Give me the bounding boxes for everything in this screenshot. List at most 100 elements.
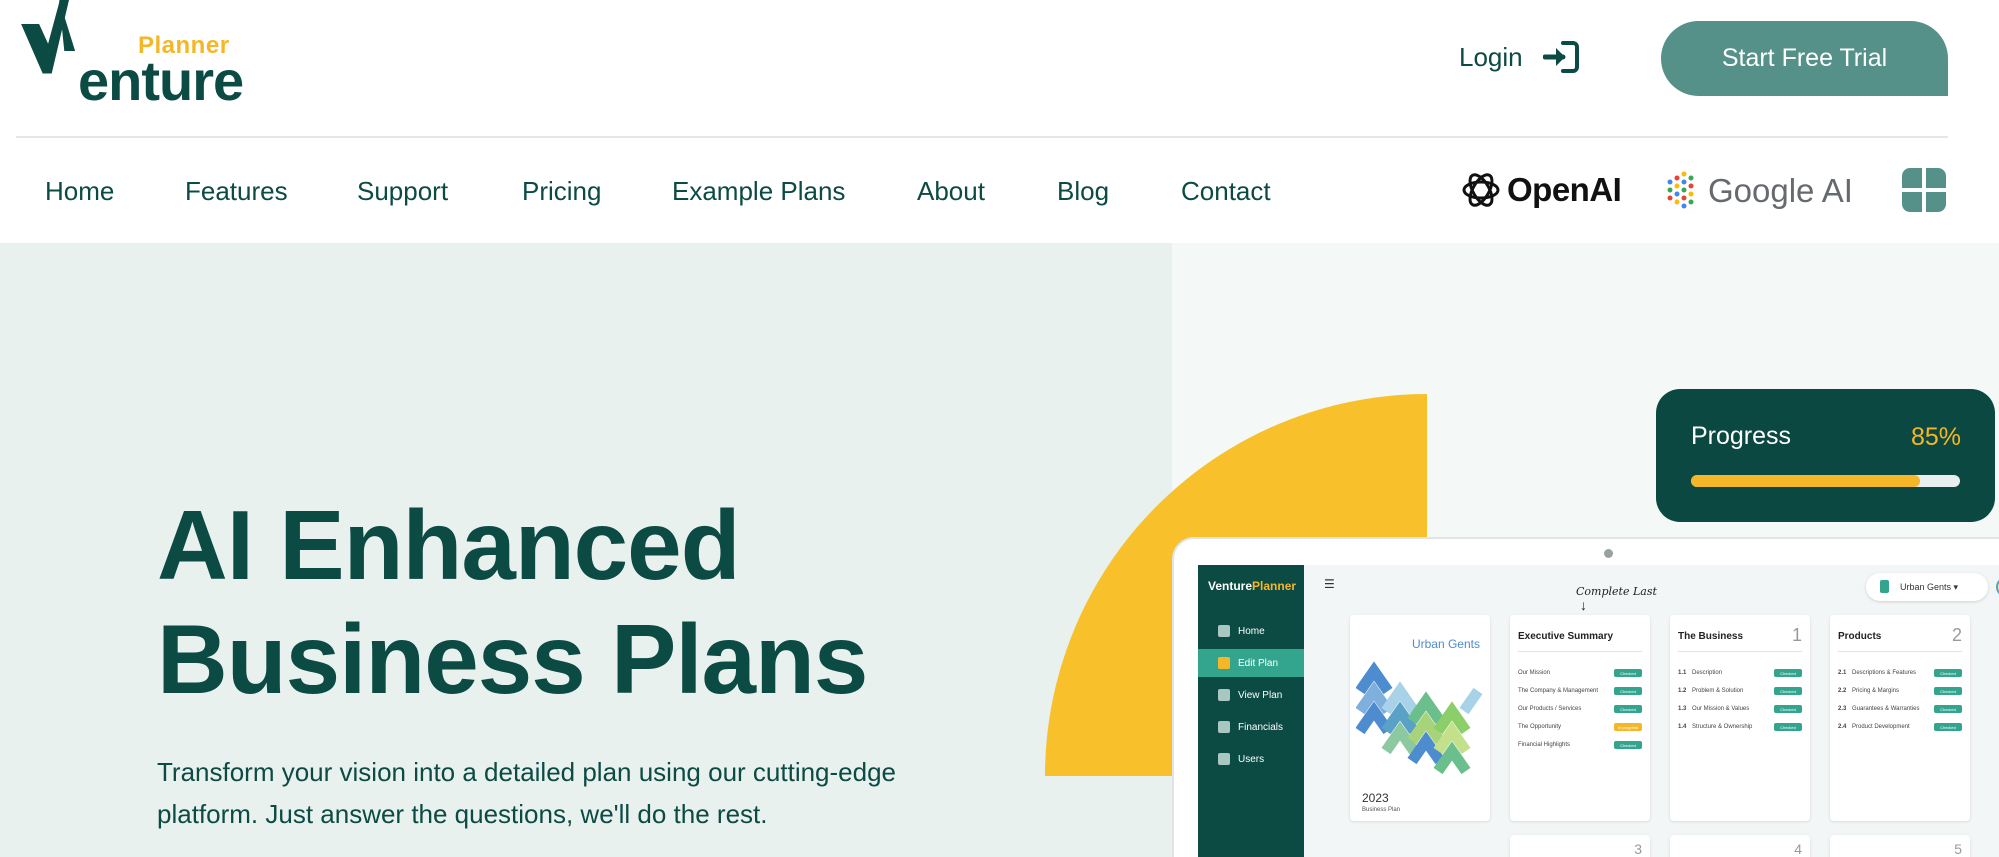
card-number: 4 [1794, 841, 1802, 857]
users-icon [1218, 753, 1230, 765]
google-ai-label: Google AI [1708, 172, 1853, 209]
card-title: Executive Summary [1518, 631, 1614, 642]
row-number: 1.4 [1678, 724, 1687, 730]
status-badge: Checked [1934, 723, 1962, 731]
card-row: 2.1 Descriptions & Features Checked [1838, 667, 1962, 679]
site-header: Planner enture Login Start Free Trial [0, 0, 1999, 136]
microsoft-partner-logo [1900, 166, 1948, 214]
card-row: 1.4 Structure & Ownership Checked [1678, 721, 1802, 733]
nav-item-features[interactable]: Features [185, 176, 288, 207]
nav-item-about[interactable]: About [917, 176, 985, 207]
card-row: 1.2 Problem & Solution Checked [1678, 685, 1802, 697]
progress-label: Progress [1691, 422, 1792, 450]
card-divider [1678, 651, 1802, 652]
row-text: Financial Highlights [1518, 742, 1571, 748]
card-title: The Business [1678, 631, 1744, 642]
plan-section-card: Executive Summary Our Mission Checked The… [1510, 615, 1650, 821]
card-row: Our Mission Checked [1518, 667, 1642, 679]
status-badge: Checked [1774, 669, 1802, 677]
cover-year: 2023 [1362, 791, 1389, 805]
app-sidebar: VenturePlanner Home Edit Plan View Plan … [1198, 565, 1304, 857]
laptop-mockup: VenturePlanner Home Edit Plan View Plan … [1172, 537, 1999, 857]
logo-word-text: enture [78, 49, 244, 112]
hero-title-line2: Business Plans [157, 604, 868, 714]
arrow-down-icon: ↓ [1580, 597, 1587, 613]
card-divider [1518, 651, 1642, 652]
row-text: The Opportunity [1518, 724, 1562, 730]
plan-section-card: Products 2 2.1 Descriptions & Features Che… [1830, 615, 1970, 821]
row-text: The Company & Management [1518, 688, 1599, 694]
logo-v-mark-icon [16, 0, 82, 74]
progress-value: 85% [1910, 423, 1961, 451]
view-plan-icon [1218, 689, 1230, 701]
card-row: 2.3 Guarantees & Warranties Checked [1838, 703, 1962, 715]
card-number: 2 [1951, 625, 1962, 645]
login-label: Login [1459, 41, 1523, 72]
venture-planner-logo[interactable]: Planner enture [16, 0, 246, 112]
app-sidebar-item-view-plan: View Plan [1198, 681, 1304, 709]
status-badge: In progress [1614, 723, 1642, 731]
card-row: Our Products / Services Checked [1518, 703, 1642, 715]
row-text: Pricing & Margins [1852, 688, 1900, 694]
card-row: 2.4 Product Development Checked [1838, 721, 1962, 733]
card-row: The Opportunity In progress [1518, 721, 1642, 733]
row-number: 1.3 [1678, 706, 1687, 712]
row-text: Problem & Solution [1692, 688, 1744, 694]
login-arrow-icon [1542, 40, 1579, 74]
status-badge: Checked [1934, 705, 1962, 713]
row-number: 2.2 [1838, 688, 1847, 694]
card-row: The Company & Management Checked [1518, 685, 1642, 697]
cover-title: Urban Gents [1411, 637, 1480, 651]
laptop-camera [1604, 549, 1613, 558]
menu-icon: ☰ [1324, 577, 1335, 591]
nav-item-blog[interactable]: Blog [1057, 176, 1109, 207]
row-number: 2.4 [1838, 724, 1847, 730]
openai-icon [1459, 168, 1503, 212]
user-menu: Urban Gents ▾ [1866, 573, 1988, 601]
progress-bar-fill [1691, 475, 1920, 487]
openai-label: OpenAI [1507, 171, 1622, 208]
hero-subtitle: Transform your vision into a detailed pl… [157, 757, 897, 829]
status-badge: Checked [1614, 705, 1642, 713]
row-text: Our Mission & Values [1692, 706, 1750, 712]
plan-section-card: The Business 1 1.1 Description Checked 1.2… [1670, 615, 1810, 821]
row-text: Guarantees & Warranties [1852, 706, 1920, 712]
nav-item-home[interactable]: Home [45, 176, 114, 207]
row-number: 1.2 [1678, 688, 1687, 694]
status-badge: Checked [1774, 723, 1802, 731]
row-text: Our Mission [1518, 670, 1551, 676]
cover-chevron-pattern-icon [1356, 661, 1483, 775]
card-number: 3 [1634, 841, 1642, 857]
edit-plan-icon [1218, 657, 1230, 669]
home-icon [1218, 625, 1230, 637]
row-text: Description [1692, 670, 1723, 676]
plan-section-card-lower: 3 [1510, 835, 1650, 857]
card-divider [1838, 651, 1962, 652]
financials-icon [1218, 721, 1230, 733]
login-link[interactable]: Login [1459, 40, 1579, 74]
app-sidebar-label: Home [1238, 625, 1265, 637]
start-free-trial-button[interactable]: Start Free Trial [1661, 21, 1948, 96]
status-badge: Checked [1614, 741, 1642, 749]
nav-item-contact[interactable]: Contact [1181, 176, 1271, 207]
card-row: 2.2 Pricing & Margins Checked [1838, 685, 1962, 697]
card-row: 1.3 Our Mission & Values Checked [1678, 703, 1802, 715]
cover-subtitle: Business Plan [1362, 807, 1401, 813]
app-sidebar-item-users: Users [1198, 745, 1304, 773]
microsoft-icon [1900, 166, 1948, 214]
status-badge: Checked [1774, 687, 1802, 695]
row-text: Descriptions & Features [1852, 670, 1917, 676]
progress-bar [1691, 475, 1960, 487]
row-number: 2.1 [1838, 670, 1847, 676]
row-text: Product Development [1852, 724, 1910, 730]
app-sidebar-label: View Plan [1238, 689, 1283, 701]
app-sidebar-item-home: Home [1198, 617, 1304, 645]
complete-last-note: Complete Last [1576, 585, 1657, 598]
nav-item-example-plans[interactable]: Example Plans [672, 176, 845, 207]
google-ai-icon [1664, 170, 1704, 212]
status-badge: Checked [1774, 705, 1802, 713]
nav-item-pricing[interactable]: Pricing [522, 176, 601, 207]
card-number: 1 [1791, 625, 1802, 645]
row-number: 1.1 [1678, 670, 1687, 676]
nav-item-support[interactable]: Support [357, 176, 448, 207]
